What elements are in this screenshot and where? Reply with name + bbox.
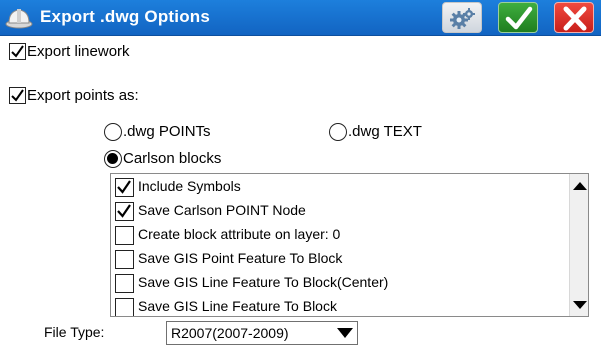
list-item[interactable]: Save GIS Line Feature To Block [111,295,566,316]
cancel-button[interactable] [554,2,594,33]
list-item[interactable]: Save GIS Point Feature To Block [111,247,566,270]
triangle-up-icon [573,182,587,190]
list-item[interactable]: Include Symbols [111,175,566,198]
list-item-label: Save GIS Line Feature To Block(Center) [138,274,389,290]
export-points-checkbox[interactable] [9,87,26,104]
block-options-list[interactable]: Include Symbols Save Carlson POINT Node … [110,173,589,317]
vertical-scrollbar[interactable] [569,174,588,316]
title-bar: Export .dwg Options [0,0,601,36]
file-type-label: File Type: [44,324,105,340]
export-linework-checkbox[interactable] [9,43,26,60]
list-item[interactable]: Save GIS Line Feature To Block(Center) [111,271,566,294]
list-item-label: Save GIS Point Feature To Block [138,250,343,266]
check-icon [117,180,131,194]
list-item[interactable]: Create block attribute on layer: 0 [111,223,566,246]
dwg-points-label: .dwg POINTs [123,123,211,140]
checkmark-icon [505,6,533,30]
dropdown-arrow-icon [335,324,355,342]
include-symbols-checkbox[interactable] [115,178,134,197]
export-points-label: Export points as: [27,87,139,104]
file-type-select[interactable]: R2007(2007-2009) [166,321,358,345]
check-icon [11,45,24,58]
settings-button[interactable] [442,2,482,33]
radio-selected-dot [107,153,118,164]
list-item-label: Save GIS Line Feature To Block [138,298,337,314]
gis-line-center-checkbox[interactable] [115,274,134,293]
window-title: Export .dwg Options [40,7,211,26]
gears-icon [450,8,475,29]
list-item-label: Create block attribute on layer: 0 [138,226,341,242]
save-point-node-checkbox[interactable] [115,202,134,221]
list-item-label: Save Carlson POINT Node [138,202,306,218]
dwg-text-label: .dwg TEXT [348,123,422,140]
gis-point-feature-checkbox[interactable] [115,250,134,269]
export-linework-label: Export linework [27,43,130,60]
block-attribute-checkbox[interactable] [115,226,134,245]
dwg-text-radio[interactable] [329,123,347,141]
dwg-points-radio[interactable] [104,123,122,141]
list-item[interactable]: Save Carlson POINT Node [111,199,566,222]
gis-line-feature-checkbox[interactable] [115,298,134,316]
scroll-down-button[interactable] [570,295,588,315]
carlson-blocks-label: Carlson blocks [123,150,222,167]
triangle-down-icon [573,301,587,309]
check-icon [117,204,131,218]
carlson-blocks-radio[interactable] [104,150,122,168]
scroll-up-button[interactable] [570,176,588,196]
hardhat-icon [4,3,34,33]
ok-button[interactable] [498,2,538,33]
close-x-icon [563,6,587,31]
list-item-label: Include Symbols [138,178,241,194]
check-icon [11,89,24,102]
file-type-value: R2007(2007-2009) [171,325,289,341]
